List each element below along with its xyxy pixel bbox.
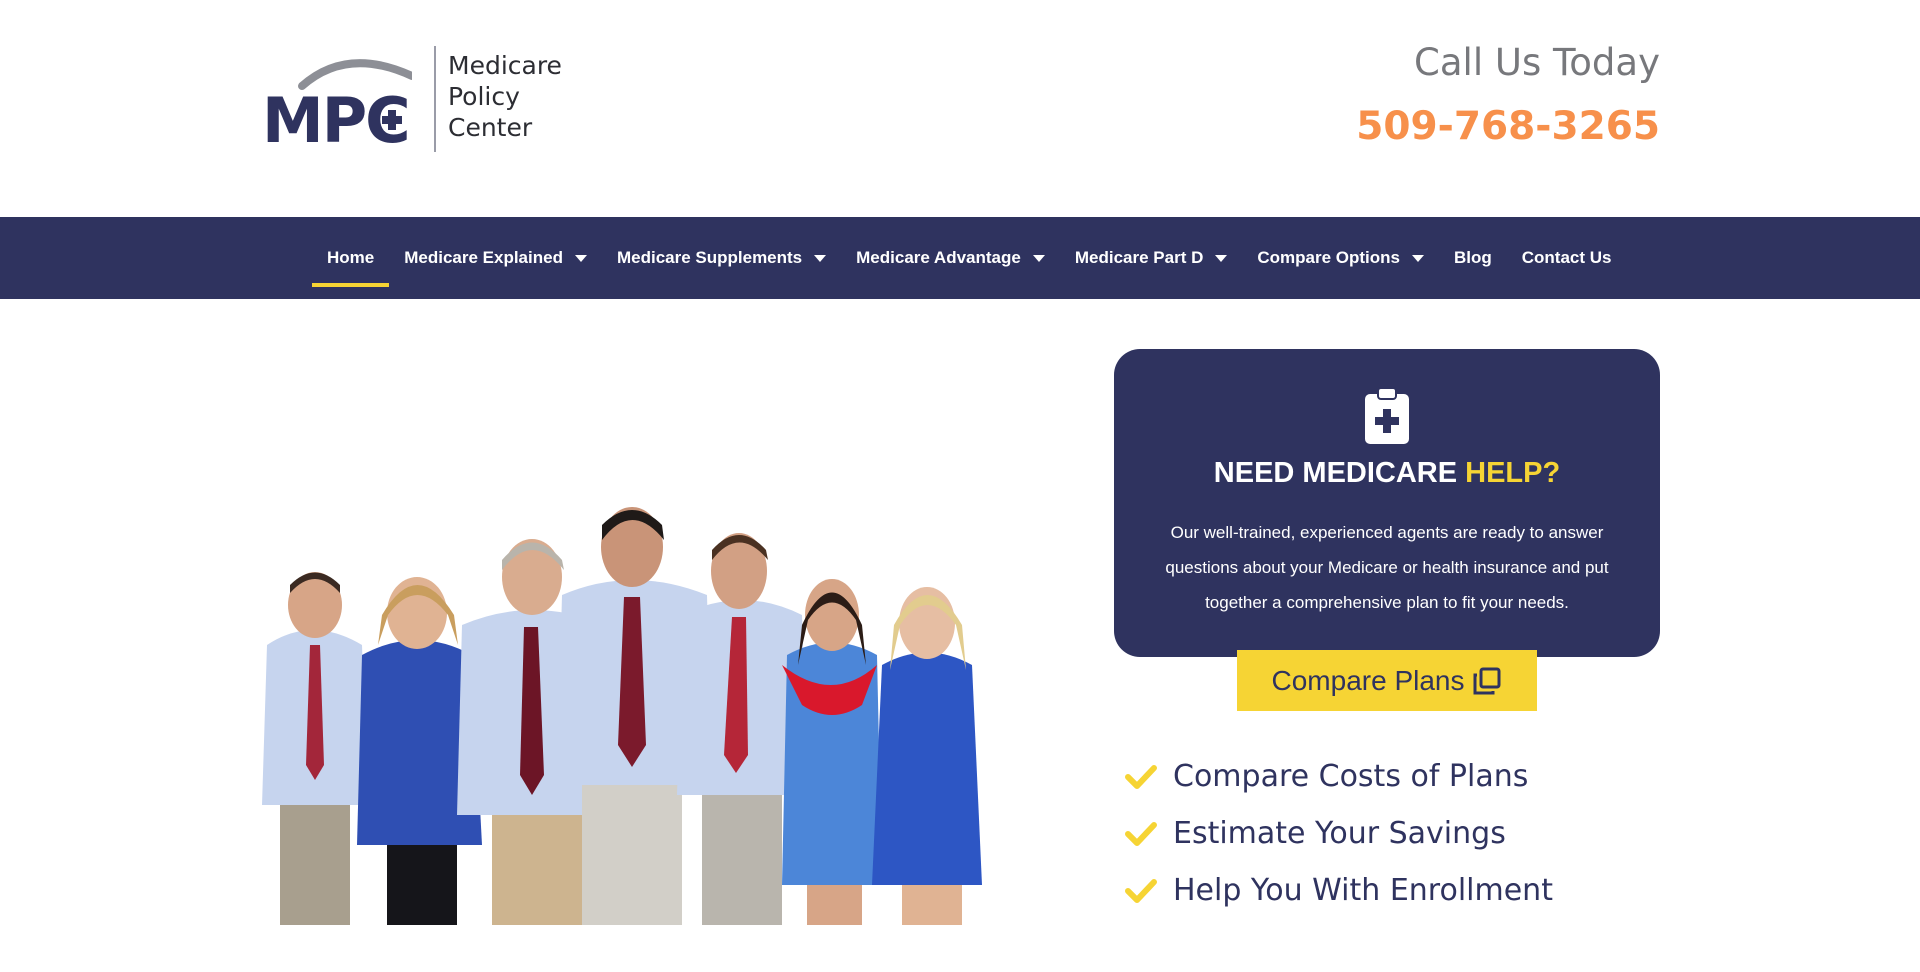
nav-item-blog[interactable]: Blog [1439,217,1507,299]
benefit-item: Help You With Enrollment [1125,862,1553,919]
check-icon [1125,821,1157,846]
card-description: Our well-trained, experienced agents are… [1165,523,1609,612]
logo-line-1: Medicare [448,51,562,80]
benefit-item: Compare Costs of Plans [1125,748,1553,805]
card-title-main: NEED MEDICARE [1213,457,1466,489]
logo-line-3: Center [448,113,533,142]
copy-icon [1473,667,1501,694]
call-block: Call Us Today 509-768-3265 [1356,40,1660,151]
clipboard-plus-icon [1365,387,1409,444]
card-title: NEED MEDICARE HELP? [1114,457,1660,490]
call-title: Call Us Today [1414,41,1660,84]
nav-item-medicare-part-d[interactable]: Medicare Part D [1060,217,1243,299]
benefit-text: Estimate Your Savings [1173,816,1506,851]
site-header: MPC Medicare Policy Center Call Us Today… [0,0,1920,217]
nav-item-medicare-advantage[interactable]: Medicare Advantage [841,217,1060,299]
caret-down-icon [1215,254,1228,262]
caret-down-icon [1411,254,1424,262]
benefit-text: Compare Costs of Plans [1173,759,1529,794]
card-title-highlight: HELP? [1465,457,1561,489]
nav-item-compare-options[interactable]: Compare Options [1242,217,1439,299]
nav-item-medicare-explained[interactable]: Medicare Explained [389,217,602,299]
caret-down-icon [1032,254,1045,262]
logo-divider [434,46,436,152]
logo-line-2: Policy [448,82,520,111]
benefit-item: Estimate Your Savings [1125,805,1553,862]
nav-item-label: Medicare Supplements [616,248,803,267]
nav-item-label: Medicare Advantage [856,248,1021,267]
site-logo[interactable]: MPC Medicare Policy Center [262,46,582,154]
nav-list: Home Medicare Explained Medicare Supplem… [312,217,1627,299]
caret-down-icon [574,254,587,262]
main-nav: Home Medicare Explained Medicare Supplem… [0,217,1920,299]
logo-wordmark: Medicare Policy Center [448,50,562,143]
nav-item-contact-us[interactable]: Contact Us [1507,217,1627,299]
nav-item-medicare-supplements[interactable]: Medicare Supplements [602,217,841,299]
team-member-1 [262,572,367,925]
mpc-logo-mark: MPC [262,59,412,146]
nav-item-label: Medicare Explained [404,248,563,267]
compare-plans-label: Compare Plans [1271,664,1465,696]
check-icon [1125,878,1157,903]
compare-plans-button[interactable]: Compare Plans [1237,650,1537,711]
benefits-list: Compare Costs of Plans Estimate Your Sav… [1125,748,1553,919]
caret-down-icon [814,254,827,262]
team-member-7 [872,587,982,925]
phone-link[interactable]: 509-768-3265 [1356,103,1660,151]
nav-item-label: Contact Us [1521,248,1612,267]
nav-item-home[interactable]: Home [312,217,390,299]
check-icon [1125,764,1157,789]
nav-item-label: Home [327,248,375,267]
team-photo [262,507,982,925]
nav-item-label: Blog [1453,248,1492,267]
nav-item-label: Compare Options [1257,248,1400,267]
benefit-text: Help You With Enrollment [1173,873,1553,908]
nav-item-label: Medicare Part D [1074,248,1204,267]
help-card: NEED MEDICARE HELP? Our well-trained, ex… [1114,349,1660,657]
